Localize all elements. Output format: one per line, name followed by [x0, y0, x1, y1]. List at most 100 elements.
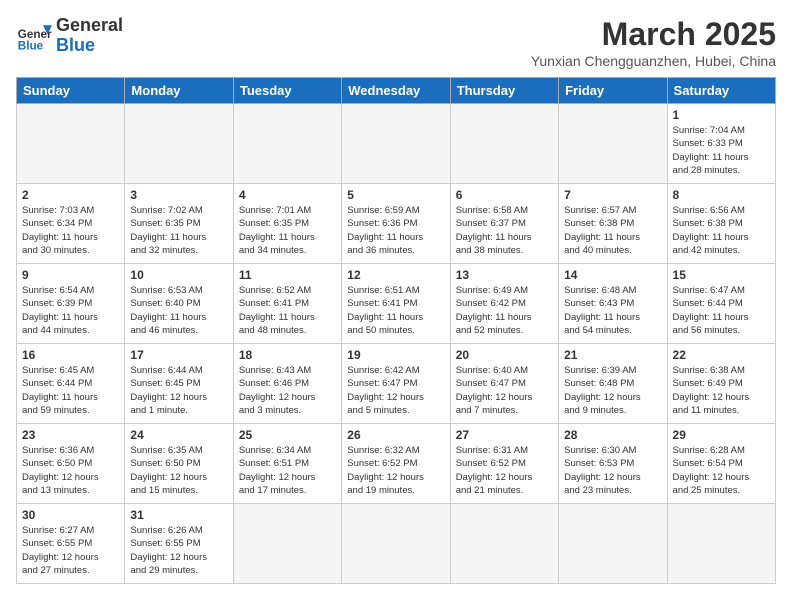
day-number: 15	[673, 268, 770, 282]
day-info: Sunrise: 7:01 AM Sunset: 6:35 PM Dayligh…	[239, 204, 336, 257]
day-number: 19	[347, 348, 444, 362]
day-info: Sunrise: 6:31 AM Sunset: 6:52 PM Dayligh…	[456, 444, 553, 497]
svg-text:Blue: Blue	[18, 39, 44, 52]
calendar-cell	[559, 504, 667, 584]
day-info: Sunrise: 6:34 AM Sunset: 6:51 PM Dayligh…	[239, 444, 336, 497]
day-info: Sunrise: 6:39 AM Sunset: 6:48 PM Dayligh…	[564, 364, 661, 417]
weekday-header-row: SundayMondayTuesdayWednesdayThursdayFrid…	[17, 78, 776, 104]
calendar-cell: 27 Sunrise: 6:31 AM Sunset: 6:52 PM Dayli…	[450, 424, 558, 504]
day-number: 17	[130, 348, 227, 362]
day-info: Sunrise: 6:52 AM Sunset: 6:41 PM Dayligh…	[239, 284, 336, 337]
day-info: Sunrise: 6:44 AM Sunset: 6:45 PM Dayligh…	[130, 364, 227, 417]
day-info: Sunrise: 6:56 AM Sunset: 6:38 PM Dayligh…	[673, 204, 770, 257]
calendar-cell: 20 Sunrise: 6:40 AM Sunset: 6:47 PM Dayli…	[450, 344, 558, 424]
calendar-cell: 14 Sunrise: 6:48 AM Sunset: 6:43 PM Dayli…	[559, 264, 667, 344]
week-row-2: 2Sunrise: 7:03 AM Sunset: 6:34 PM Daylig…	[17, 184, 776, 264]
day-number: 10	[130, 268, 227, 282]
weekday-header-sunday: Sunday	[17, 78, 125, 104]
calendar-cell: 24Sunrise: 6:35 AM Sunset: 6:50 PM Dayli…	[125, 424, 233, 504]
day-info: Sunrise: 6:54 AM Sunset: 6:39 PM Dayligh…	[22, 284, 119, 337]
calendar-cell: 16Sunrise: 6:45 AM Sunset: 6:44 PM Dayli…	[17, 344, 125, 424]
calendar-cell: 4Sunrise: 7:01 AM Sunset: 6:35 PM Daylig…	[233, 184, 341, 264]
calendar-cell: 19Sunrise: 6:42 AM Sunset: 6:47 PM Dayli…	[342, 344, 450, 424]
day-info: Sunrise: 6:32 AM Sunset: 6:52 PM Dayligh…	[347, 444, 444, 497]
calendar-cell: 22 Sunrise: 6:38 AM Sunset: 6:49 PM Dayli…	[667, 344, 775, 424]
week-row-3: 9 Sunrise: 6:54 AM Sunset: 6:39 PM Daylig…	[17, 264, 776, 344]
day-number: 6	[456, 188, 553, 202]
page-header: General Blue GeneralBlue March 2025 Yunx…	[16, 16, 776, 69]
calendar-cell: 13Sunrise: 6:49 AM Sunset: 6:42 PM Dayli…	[450, 264, 558, 344]
calendar-cell	[17, 104, 125, 184]
day-number: 7	[564, 188, 661, 202]
calendar-cell	[450, 104, 558, 184]
calendar-cell: 29Sunrise: 6:28 AM Sunset: 6:54 PM Dayli…	[667, 424, 775, 504]
calendar-cell: 31Sunrise: 6:26 AM Sunset: 6:55 PM Dayli…	[125, 504, 233, 584]
day-info: Sunrise: 6:27 AM Sunset: 6:55 PM Dayligh…	[22, 524, 119, 577]
day-number: 23	[22, 428, 119, 442]
calendar-cell: 12Sunrise: 6:51 AM Sunset: 6:41 PM Dayli…	[342, 264, 450, 344]
day-number: 21	[564, 348, 661, 362]
day-number: 11	[239, 268, 336, 282]
day-number: 14	[564, 268, 661, 282]
day-info: Sunrise: 6:47 AM Sunset: 6:44 PM Dayligh…	[673, 284, 770, 337]
calendar-cell: 26Sunrise: 6:32 AM Sunset: 6:52 PM Dayli…	[342, 424, 450, 504]
calendar-cell	[450, 504, 558, 584]
day-info: Sunrise: 6:57 AM Sunset: 6:38 PM Dayligh…	[564, 204, 661, 257]
week-row-6: 30 Sunrise: 6:27 AM Sunset: 6:55 PM Dayli…	[17, 504, 776, 584]
calendar-cell: 2Sunrise: 7:03 AM Sunset: 6:34 PM Daylig…	[17, 184, 125, 264]
calendar-cell: 17 Sunrise: 6:44 AM Sunset: 6:45 PM Dayli…	[125, 344, 233, 424]
day-number: 3	[130, 188, 227, 202]
calendar-cell: 7 Sunrise: 6:57 AM Sunset: 6:38 PM Daylig…	[559, 184, 667, 264]
day-info: Sunrise: 6:43 AM Sunset: 6:46 PM Dayligh…	[239, 364, 336, 417]
calendar-cell: 8 Sunrise: 6:56 AM Sunset: 6:38 PM Daylig…	[667, 184, 775, 264]
day-number: 22	[673, 348, 770, 362]
calendar-cell	[125, 104, 233, 184]
day-number: 8	[673, 188, 770, 202]
day-info: Sunrise: 6:28 AM Sunset: 6:54 PM Dayligh…	[673, 444, 770, 497]
calendar-table: SundayMondayTuesdayWednesdayThursdayFrid…	[16, 77, 776, 584]
day-info: Sunrise: 6:51 AM Sunset: 6:41 PM Dayligh…	[347, 284, 444, 337]
calendar-cell: 21 Sunrise: 6:39 AM Sunset: 6:48 PM Dayli…	[559, 344, 667, 424]
day-info: Sunrise: 6:30 AM Sunset: 6:53 PM Dayligh…	[564, 444, 661, 497]
calendar-cell: 28 Sunrise: 6:30 AM Sunset: 6:53 PM Dayli…	[559, 424, 667, 504]
day-number: 30	[22, 508, 119, 522]
calendar-cell	[233, 504, 341, 584]
day-info: Sunrise: 6:53 AM Sunset: 6:40 PM Dayligh…	[130, 284, 227, 337]
calendar-cell: 3 Sunrise: 7:02 AM Sunset: 6:35 PM Daylig…	[125, 184, 233, 264]
day-info: Sunrise: 7:03 AM Sunset: 6:34 PM Dayligh…	[22, 204, 119, 257]
calendar-cell: 30 Sunrise: 6:27 AM Sunset: 6:55 PM Dayli…	[17, 504, 125, 584]
title-section: March 2025 Yunxian Chengguanzhen, Hubei,…	[531, 16, 776, 69]
day-info: Sunrise: 6:40 AM Sunset: 6:47 PM Dayligh…	[456, 364, 553, 417]
calendar-cell: 15 Sunrise: 6:47 AM Sunset: 6:44 PM Dayli…	[667, 264, 775, 344]
day-number: 13	[456, 268, 553, 282]
weekday-header-thursday: Thursday	[450, 78, 558, 104]
day-number: 16	[22, 348, 119, 362]
calendar-cell: 5Sunrise: 6:59 AM Sunset: 6:36 PM Daylig…	[342, 184, 450, 264]
day-info: Sunrise: 7:02 AM Sunset: 6:35 PM Dayligh…	[130, 204, 227, 257]
calendar-cell	[342, 104, 450, 184]
calendar-cell	[559, 104, 667, 184]
day-number: 1	[673, 108, 770, 122]
calendar-cell	[667, 504, 775, 584]
weekday-header-monday: Monday	[125, 78, 233, 104]
day-number: 9	[22, 268, 119, 282]
day-number: 25	[239, 428, 336, 442]
calendar-cell: 18Sunrise: 6:43 AM Sunset: 6:46 PM Dayli…	[233, 344, 341, 424]
calendar-cell: 6 Sunrise: 6:58 AM Sunset: 6:37 PM Daylig…	[450, 184, 558, 264]
location-text: Yunxian Chengguanzhen, Hubei, China	[531, 53, 776, 69]
logo: General Blue GeneralBlue	[16, 16, 123, 56]
day-info: Sunrise: 6:58 AM Sunset: 6:37 PM Dayligh…	[456, 204, 553, 257]
day-number: 28	[564, 428, 661, 442]
logo-icon: General Blue	[16, 18, 52, 54]
week-row-4: 16Sunrise: 6:45 AM Sunset: 6:44 PM Dayli…	[17, 344, 776, 424]
logo-text: GeneralBlue	[56, 16, 123, 56]
calendar-cell: 11 Sunrise: 6:52 AM Sunset: 6:41 PM Dayli…	[233, 264, 341, 344]
day-number: 20	[456, 348, 553, 362]
day-info: Sunrise: 6:36 AM Sunset: 6:50 PM Dayligh…	[22, 444, 119, 497]
weekday-header-friday: Friday	[559, 78, 667, 104]
day-info: Sunrise: 6:38 AM Sunset: 6:49 PM Dayligh…	[673, 364, 770, 417]
calendar-cell: 9 Sunrise: 6:54 AM Sunset: 6:39 PM Daylig…	[17, 264, 125, 344]
day-number: 27	[456, 428, 553, 442]
day-info: Sunrise: 6:48 AM Sunset: 6:43 PM Dayligh…	[564, 284, 661, 337]
day-number: 5	[347, 188, 444, 202]
